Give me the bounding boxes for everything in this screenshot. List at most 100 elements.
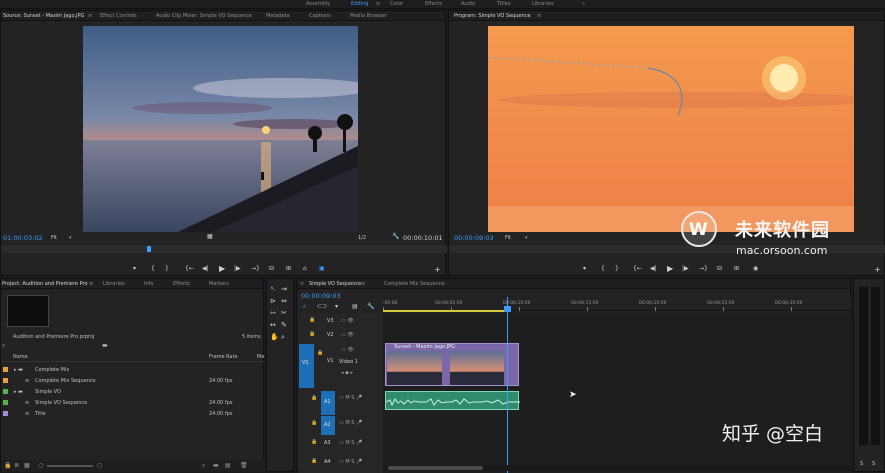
workspace-titles[interactable]: Titles <box>497 1 510 7</box>
workspace-overflow-icon[interactable]: » <box>582 1 585 7</box>
workspace-assembly[interactable]: Assembly <box>306 1 330 7</box>
label-color-swatch[interactable] <box>3 389 8 394</box>
tab-effect-controls[interactable]: Effect Controls <box>100 13 137 19</box>
go-to-in-icon[interactable]: {← <box>185 265 194 272</box>
mark-in-icon[interactable]: { <box>151 265 155 272</box>
timeline-scrollbar[interactable] <box>383 465 852 471</box>
lock-icon[interactable]: 🔒 <box>4 462 11 469</box>
track-a1-lock-icon[interactable]: 🔒 <box>311 395 317 401</box>
label-color-swatch[interactable] <box>3 378 8 383</box>
project-item[interactable]: ≋ Complete Mix Sequence 24.00 fps <box>1 376 264 386</box>
track-a2-msv-icons[interactable]: ▭ M S 🎤 <box>339 420 362 426</box>
rate-stretch-tool-icon[interactable]: ⇿ <box>270 309 276 317</box>
program-zoom-chevron-icon[interactable]: ▾ <box>525 235 528 241</box>
tab-effects[interactable]: Effects <box>173 281 190 287</box>
pen-tool-icon[interactable]: ✎ <box>281 321 287 329</box>
timeline-scroll-thumb[interactable] <box>388 466 483 470</box>
tab-project[interactable]: Project: Audition and Premiere Pro <box>2 281 88 287</box>
add-marker-icon[interactable]: ▾ <box>133 265 136 272</box>
tab-libraries[interactable]: Libraries <box>103 281 125 287</box>
source-patch-v1[interactable]: V1 <box>299 344 314 388</box>
column-frame-rate[interactable]: Frame Rate <box>209 354 238 360</box>
program-mark-in-icon[interactable]: { <box>601 265 605 272</box>
track-a3-msv-icons[interactable]: ▭ M S 🎤 <box>339 440 362 446</box>
project-item[interactable]: ▸ ▬ Simple VO <box>1 387 264 397</box>
razor-tool-icon[interactable]: ✂ <box>281 309 287 317</box>
track-a4-lock-icon[interactable]: 🔒 <box>311 458 317 464</box>
timeline-display-settings-icon[interactable]: ▤ <box>352 303 358 310</box>
workspace-menu-icon[interactable]: ≡ <box>376 1 380 7</box>
video-clip[interactable]: Sunset - Maxim Jago.JPG <box>385 343 519 386</box>
lift-icon[interactable]: ⊟ <box>717 265 722 272</box>
track-a1-msv-icons[interactable]: ▭ M S 🎤 <box>339 395 362 401</box>
workspace-audio[interactable]: Audio <box>461 1 475 7</box>
column-media[interactable]: Me <box>257 354 264 360</box>
timeline-timecode[interactable]: 00:00:09:03 <box>301 292 341 300</box>
insert-icon[interactable]: ⊟ <box>269 265 274 272</box>
program-timecode[interactable]: 00:00:09:03 <box>454 234 494 242</box>
zoom-out-icon[interactable]: ○ <box>38 462 43 469</box>
track-v1-keyframe-icons[interactable]: ◂ ◆ ▸ <box>341 370 353 376</box>
source-quality-select[interactable]: 1/2 <box>358 235 366 241</box>
timeline-playhead[interactable] <box>507 297 508 473</box>
track-v3-lock-icon[interactable]: 🔒 <box>309 317 315 323</box>
find-icon[interactable]: ⌕ <box>202 462 205 470</box>
new-item-icon[interactable]: ▤ <box>225 462 231 469</box>
add-marker-timeline-icon[interactable]: ▾ <box>335 303 338 310</box>
step-forward-icon[interactable]: |▶ <box>234 265 241 272</box>
source-zoom-chevron-icon[interactable]: ▾ <box>69 235 72 241</box>
solo-right-button[interactable]: S <box>872 461 875 467</box>
ripple-tool-icon[interactable]: ⊳ <box>270 297 276 305</box>
program-step-forward-icon[interactable]: |▶ <box>682 265 689 272</box>
timeline-tab-menu-icon[interactable]: ≡ <box>361 281 365 287</box>
program-play-icon[interactable]: ▶ <box>667 264 673 273</box>
selection-tool-icon[interactable]: ↖ <box>270 285 276 293</box>
track-v2-label[interactable]: V2 <box>327 332 334 338</box>
tab-info[interactable]: Info <box>144 281 153 287</box>
track-v1-label[interactable]: V1 <box>327 358 334 364</box>
safe-margins-icon[interactable]: ▣ <box>319 265 325 272</box>
thumbnail-size-slider[interactable] <box>47 465 93 467</box>
track-v2-sync-icon[interactable]: ▭ 👁 <box>341 332 354 338</box>
tab-source[interactable]: Source: Sunset - Maxim Jago.JPG <box>3 13 84 19</box>
track-a3-lock-icon[interactable]: 🔒 <box>311 439 317 445</box>
project-item[interactable]: ≋ Simple VO Sequence 24.00 fps <box>1 398 264 408</box>
program-add-marker-icon[interactable]: ▾ <box>583 265 586 272</box>
slip-tool-icon[interactable]: ↔ <box>270 321 276 329</box>
workspace-editing[interactable]: Editing <box>351 1 368 7</box>
label-color-swatch[interactable] <box>3 400 8 405</box>
tab-menu-icon[interactable]: ≡ <box>88 13 92 19</box>
project-tab-menu-icon[interactable]: ≡ <box>89 281 93 287</box>
timeline-wrench-icon[interactable]: 🔧 <box>367 303 374 310</box>
track-v3-sync-icon[interactable]: ▭ 👁 <box>341 318 354 324</box>
list-view-icon[interactable]: ≣ <box>14 462 19 469</box>
add-icon[interactable]: + <box>434 265 441 274</box>
go-to-out-icon[interactable]: →} <box>251 265 260 272</box>
source-playhead[interactable] <box>147 246 151 252</box>
zoom-tool-icon[interactable]: ⌕ <box>281 333 285 342</box>
audio-clip[interactable] <box>385 391 520 410</box>
icon-view-icon[interactable]: ▦ <box>24 462 30 469</box>
source-timecode[interactable]: 01:00:03:02 <box>3 234 43 242</box>
track-a1-target[interactable]: A1 <box>321 391 335 415</box>
new-bin-icon[interactable]: ▬ <box>213 462 219 469</box>
track-v1-lock-icon[interactable]: 🔒 <box>317 350 323 356</box>
source-patch-a1[interactable] <box>299 388 314 414</box>
tab-markers[interactable]: Markers <box>209 281 229 287</box>
workspace-color[interactable]: Color <box>390 1 403 7</box>
tab-media-browser[interactable]: Media Browser <box>350 13 387 19</box>
snap-icon[interactable]: ⩘ <box>302 303 305 311</box>
tab-simple-vo-sequence[interactable]: Simple VO Sequence <box>309 281 361 287</box>
overwrite-icon[interactable]: ⊞ <box>286 265 291 272</box>
tab-program[interactable]: Program: Simple VO Sequence <box>454 13 531 19</box>
zoom-in-icon[interactable]: ○ <box>97 462 102 469</box>
play-icon[interactable]: ▶ <box>219 264 225 273</box>
solo-left-button[interactable]: S <box>860 461 863 467</box>
track-select-tool-icon[interactable]: ⇥ <box>281 285 287 293</box>
source-zoom-select[interactable]: Fit <box>51 235 57 241</box>
track-v2-lock-icon[interactable]: 🔒 <box>309 331 315 337</box>
program-add-icon[interactable]: + <box>874 265 881 274</box>
track-a3-label[interactable]: A3 <box>324 440 331 446</box>
trash-icon[interactable]: 🗑 <box>240 462 248 469</box>
program-mark-out-icon[interactable]: } <box>615 265 619 272</box>
